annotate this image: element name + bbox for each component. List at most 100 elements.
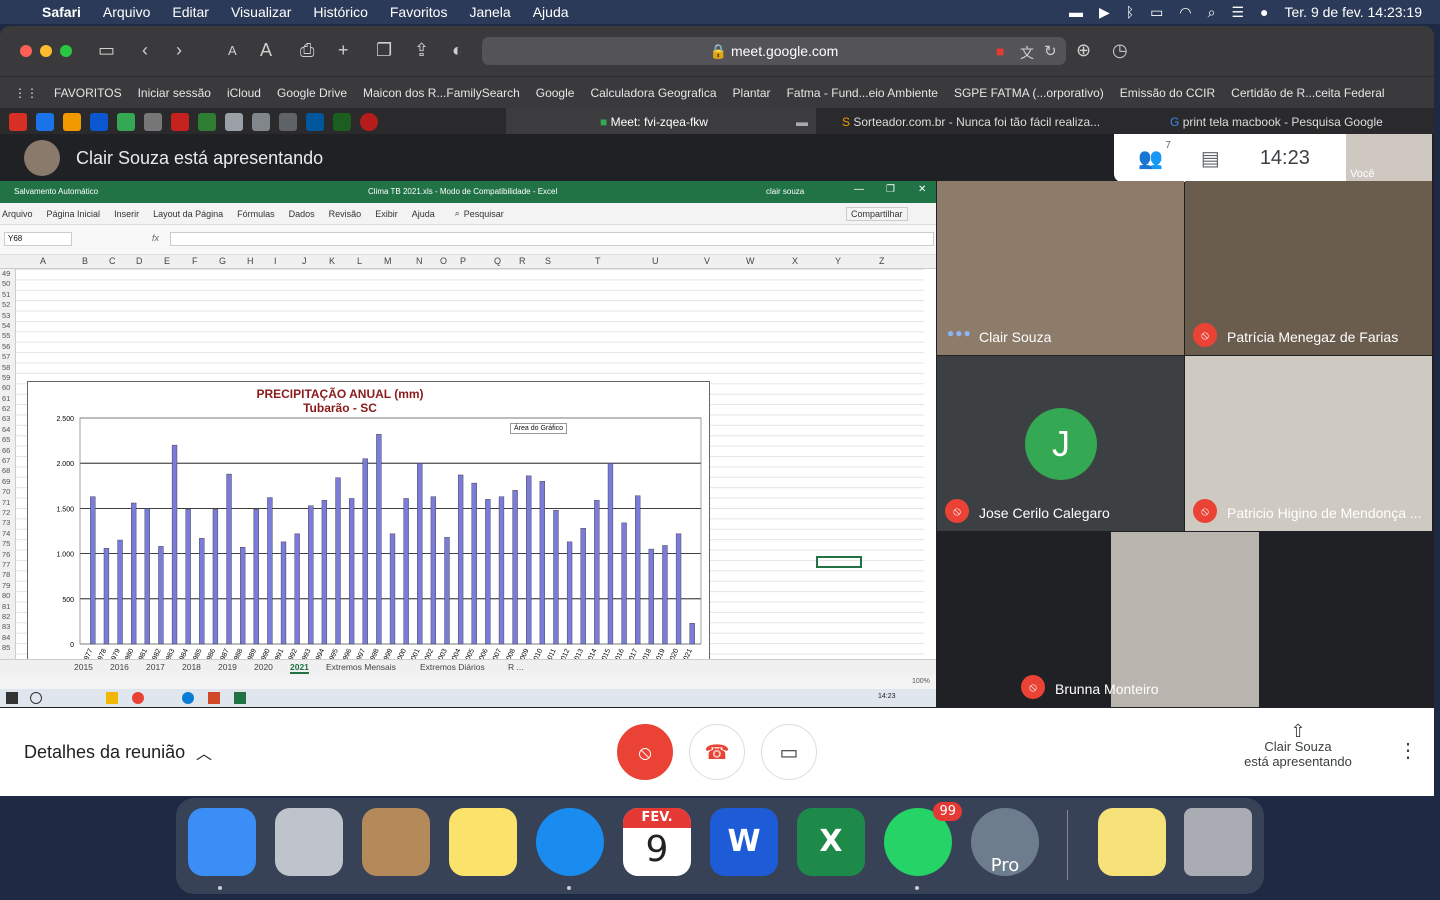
close-icon[interactable]: ✕ bbox=[918, 184, 926, 195]
minimize-icon[interactable]: — bbox=[854, 184, 864, 195]
meeting-details-button[interactable]: Detalhes da reunião bbox=[24, 742, 185, 763]
column-header[interactable]: Z bbox=[879, 256, 885, 266]
address-bar[interactable]: 🔒 meet.google.com bbox=[482, 37, 1066, 65]
pinned-tab-icon[interactable] bbox=[90, 113, 108, 131]
wifi-icon[interactable]: ◠ bbox=[1179, 4, 1191, 21]
participant-tile[interactable]: ⦸ Brunna Monteiro bbox=[937, 532, 1432, 707]
spotlight-icon[interactable]: ⌕ bbox=[1208, 4, 1216, 21]
camera-toggle-button[interactable]: ▭ bbox=[761, 724, 817, 780]
translate-icon[interactable]: 文 bbox=[1020, 43, 1034, 63]
column-header[interactable]: M bbox=[384, 256, 392, 266]
camera-status-icon[interactable]: ▬ bbox=[1069, 4, 1083, 20]
minimize-window-button[interactable] bbox=[40, 45, 52, 57]
row-header[interactable]: 80 bbox=[0, 591, 15, 601]
reload-icon[interactable]: ↻ bbox=[1044, 42, 1057, 60]
camera-recording-icon[interactable]: ■ bbox=[996, 43, 1004, 59]
sheet-tab[interactable]: 2017 bbox=[146, 662, 165, 672]
mic-toggle-button[interactable]: ⦸ bbox=[617, 724, 673, 780]
control-center-icon[interactable]: ☰ bbox=[1231, 4, 1244, 21]
ribbon-tab[interactable]: Arquivo bbox=[2, 209, 33, 219]
row-header[interactable]: 77 bbox=[0, 560, 15, 570]
fav-link[interactable]: Emissão do CCIR bbox=[1120, 86, 1215, 100]
sidebar-icon[interactable]: ▭ bbox=[98, 40, 115, 61]
column-header[interactable]: C bbox=[109, 256, 116, 266]
play-icon[interactable]: ▶ bbox=[1099, 4, 1110, 21]
sheet-tab[interactable]: 2018 bbox=[182, 662, 201, 672]
close-window-button[interactable] bbox=[20, 45, 32, 57]
menu-ajuda[interactable]: Ajuda bbox=[533, 4, 569, 20]
sheet-tab[interactable]: 2019 bbox=[218, 662, 237, 672]
tab-google-search[interactable]: G print tela macbook - Pesquisa Google bbox=[1160, 108, 1430, 136]
row-header[interactable]: 70 bbox=[0, 487, 15, 497]
menu-janela[interactable]: Janela bbox=[469, 4, 510, 20]
new-tab-icon[interactable]: + bbox=[338, 40, 349, 61]
back-icon[interactable]: ‹ bbox=[142, 40, 148, 61]
fav-link[interactable]: Google Drive bbox=[277, 86, 347, 100]
column-header[interactable]: P bbox=[460, 256, 466, 266]
column-header[interactable]: J bbox=[302, 256, 307, 266]
row-header[interactable]: 79 bbox=[0, 581, 15, 591]
column-header[interactable]: H bbox=[247, 256, 254, 266]
fav-link[interactable]: SGPE FATMA (...orporativo) bbox=[954, 86, 1104, 100]
row-header[interactable]: 85 bbox=[0, 643, 15, 653]
pinned-tab-icon[interactable] bbox=[63, 113, 81, 131]
ribbon-tab[interactable]: Ajuda bbox=[412, 209, 435, 219]
zoom-level[interactable]: 100% bbox=[912, 678, 930, 685]
zoom-window-button[interactable] bbox=[60, 45, 72, 57]
siri-icon[interactable]: ● bbox=[1260, 4, 1268, 20]
menu-editar[interactable]: Editar bbox=[172, 4, 209, 20]
row-header[interactable]: 66 bbox=[0, 446, 15, 456]
row-header[interactable]: 83 bbox=[0, 622, 15, 632]
row-header[interactable]: 75 bbox=[0, 539, 15, 549]
sheet-tab[interactable]: Extremos Mensais bbox=[326, 662, 396, 672]
column-header[interactable]: S bbox=[545, 256, 551, 266]
row-header[interactable]: 54 bbox=[0, 321, 15, 331]
row-header[interactable]: 51 bbox=[0, 290, 15, 300]
column-header[interactable]: Y bbox=[835, 256, 841, 266]
row-header[interactable]: 53 bbox=[0, 311, 15, 321]
sheet-tab[interactable]: 2015 bbox=[74, 662, 93, 672]
row-header[interactable]: 73 bbox=[0, 518, 15, 528]
participant-tile[interactable]: ⦸ Patrícia Menegaz de Farias bbox=[1185, 181, 1432, 355]
selected-cell[interactable] bbox=[816, 556, 862, 568]
text-larger-icon[interactable]: A bbox=[260, 40, 272, 61]
row-header[interactable]: 55 bbox=[0, 331, 15, 341]
pinned-tab-icon[interactable] bbox=[360, 113, 378, 131]
history-icon[interactable]: ◷ bbox=[1112, 40, 1128, 61]
excel-taskbar-icon[interactable] bbox=[234, 692, 246, 704]
gmail-icon[interactable] bbox=[9, 113, 27, 131]
pinned-tab-icon[interactable] bbox=[252, 113, 270, 131]
column-header[interactable]: F bbox=[192, 256, 198, 266]
trash-icon[interactable] bbox=[1184, 808, 1252, 876]
launchpad-icon[interactable] bbox=[275, 808, 343, 876]
tab-overview-icon[interactable]: ❐ bbox=[376, 40, 392, 61]
ribbon-tab[interactable]: Fórmulas bbox=[237, 209, 275, 219]
participant-tile[interactable]: ⦸ Patricio Higino de Mendonça ... bbox=[1185, 356, 1432, 531]
chart-area[interactable]: PRECIPITAÇÃO ANUAL (mm) Tubarão - SC 0 500 1… bbox=[27, 381, 710, 697]
row-header[interactable]: 68 bbox=[0, 466, 15, 476]
shield-icon[interactable]: ◐ bbox=[452, 40, 463, 61]
word-icon[interactable]: W bbox=[710, 808, 778, 876]
chrome-icon[interactable] bbox=[132, 692, 144, 704]
edge-icon[interactable] bbox=[182, 692, 194, 704]
column-header[interactable]: U bbox=[652, 256, 659, 266]
fav-link[interactable]: Certidão de R...ceita Federal bbox=[1231, 86, 1384, 100]
formula-input[interactable] bbox=[170, 232, 934, 246]
row-header[interactable]: 67 bbox=[0, 456, 15, 466]
row-header[interactable]: 63 bbox=[0, 414, 15, 424]
row-header[interactable]: 74 bbox=[0, 529, 15, 539]
pinned-tab-icon[interactable] bbox=[36, 113, 54, 131]
menu-arquivo[interactable]: Arquivo bbox=[103, 4, 150, 20]
row-header[interactable]: 82 bbox=[0, 612, 15, 622]
text-smaller-icon[interactable]: A bbox=[228, 43, 237, 58]
calendar-icon[interactable]: FEV. 9 bbox=[623, 808, 691, 876]
explorer-icon[interactable] bbox=[106, 692, 118, 704]
column-header[interactable]: B bbox=[82, 256, 88, 266]
google-earth-pro-icon[interactable]: Pro bbox=[971, 808, 1039, 876]
pinned-tab-icon[interactable] bbox=[225, 113, 243, 131]
participant-tile[interactable]: ●●● Clair Souza bbox=[937, 181, 1184, 355]
participant-tile[interactable]: J ⦸ Jose Cerilo Calegaro bbox=[937, 356, 1184, 531]
more-options-icon[interactable]: ⋮ bbox=[1398, 738, 1418, 763]
row-header[interactable]: 69 bbox=[0, 477, 15, 487]
excel-icon[interactable]: X bbox=[797, 808, 865, 876]
